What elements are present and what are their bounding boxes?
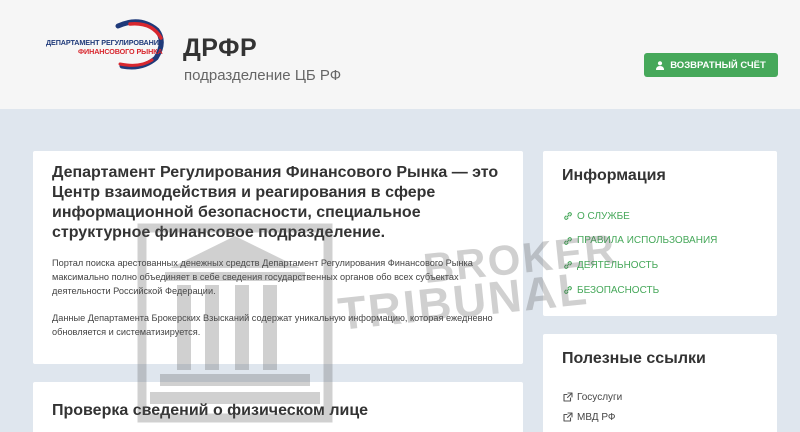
site-title: ДРФР xyxy=(183,34,258,62)
info-links-list: О СЛУЖБЕ ПРАВИЛА ИСПОЛЬЗОВАНИЯ ДЕЯТЕЛЬНО… xyxy=(563,204,717,302)
info-heading: Информация xyxy=(562,167,666,184)
person-check-card: Проверка сведений о физическом лице xyxy=(33,382,523,432)
info-card: Информация О СЛУЖБЕ ПРАВИЛА ИСПОЛЬЗОВАНИ… xyxy=(543,151,777,316)
info-link-about[interactable]: О СЛУЖБЕ xyxy=(563,204,717,229)
about-card: Департамент Регулирования Финансового Ры… xyxy=(33,151,523,364)
info-link-label: ДЕЯТЕЛЬНОСТЬ xyxy=(577,259,659,271)
info-link-label: ПРАВИЛА ИСПОЛЬЗОВАНИЯ xyxy=(577,235,718,247)
person-check-heading: Проверка сведений о физическом лице xyxy=(52,402,369,419)
info-link-label: БЕЗОПАСНОСТЬ xyxy=(577,284,660,296)
useful-link-label: Госуслуги xyxy=(577,391,623,403)
user-icon xyxy=(656,60,665,70)
useful-links-list: Госуслуги МВД РФ xyxy=(563,387,622,427)
drfr-logo[interactable]: ДЕПАРТАМЕНТ РЕГУЛИРОВАНИЯ ФИНАНСОВОГО РЫ… xyxy=(40,16,170,72)
refund-account-button[interactable]: ВОЗВРАТНЫЙ СЧЁТ xyxy=(644,53,778,77)
link-icon xyxy=(563,285,577,295)
refund-button-label: ВОЗВРАТНЫЙ СЧЁТ xyxy=(670,59,766,71)
logo-text-line1: ДЕПАРТАМЕНТ РЕГУЛИРОВАНИЯ xyxy=(46,38,164,47)
info-link-security[interactable]: БЕЗОПАСНОСТЬ xyxy=(563,278,717,303)
info-link-label: О СЛУЖБЕ xyxy=(577,210,630,222)
logo-text-line2: ФИНАНСОВОГО РЫНКА xyxy=(78,47,163,56)
info-link-activity[interactable]: ДЕЯТЕЛЬНОСТЬ xyxy=(563,253,717,278)
external-link-icon xyxy=(563,412,577,422)
about-heading: Департамент Регулирования Финансового Ры… xyxy=(52,164,499,241)
useful-link-gosuslugi[interactable]: Госуслуги xyxy=(563,387,622,407)
useful-link-mvd[interactable]: МВД РФ xyxy=(563,407,622,427)
link-icon xyxy=(563,260,577,270)
about-paragraph-1: Портал поиска арестованных денежных сред… xyxy=(52,258,473,296)
external-link-icon xyxy=(563,392,577,402)
useful-link-label: МВД РФ xyxy=(577,411,616,423)
useful-links-card: Полезные ссылки Госуслуги МВД РФ xyxy=(543,334,777,432)
site-header: ДЕПАРТАМЕНТ РЕГУЛИРОВАНИЯ ФИНАНСОВОГО РЫ… xyxy=(0,0,800,109)
about-paragraph-2: Данные Департамента Брокерских Взысканий… xyxy=(52,313,493,337)
info-link-rules[interactable]: ПРАВИЛА ИСПОЛЬЗОВАНИЯ xyxy=(563,229,717,254)
link-icon xyxy=(563,236,577,246)
site-subtitle: подразделение ЦБ РФ xyxy=(184,67,342,84)
useful-links-heading: Полезные ссылки xyxy=(562,350,706,367)
link-icon xyxy=(563,211,577,221)
